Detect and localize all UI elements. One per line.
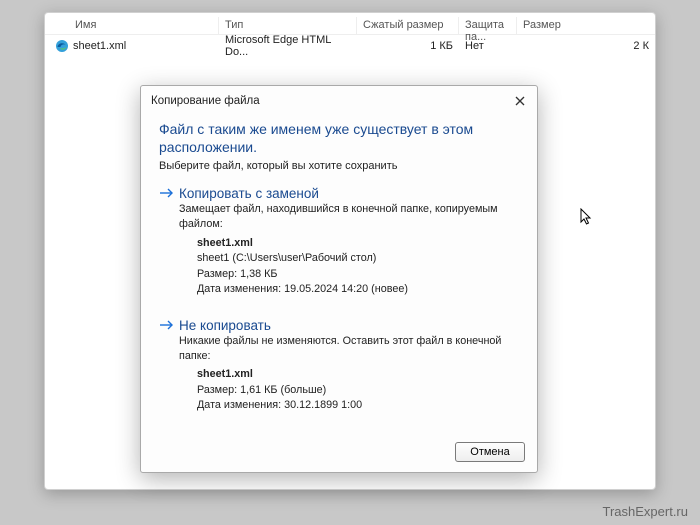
col-header-compressed[interactable]: Сжатый размер [357, 17, 459, 34]
col-header-size[interactable]: Размер [517, 17, 655, 34]
option1-file-detail: sheet1.xml sheet1 (C:\Users\user\Рабочий… [179, 236, 519, 299]
close-icon [515, 96, 525, 106]
option1-modified: Дата изменения: 19.05.2024 14:20 (новее) [197, 282, 519, 298]
col-header-protection[interactable]: Защита па... [459, 17, 517, 34]
dialog-instruction: Выберите файл, который вы хотите сохрани… [159, 160, 519, 172]
option-copy-replace[interactable]: Копировать с заменой Замещает файл, нахо… [159, 186, 519, 316]
option-dont-copy[interactable]: Не копировать Никакие файлы не изменяютс… [159, 318, 519, 432]
copy-file-dialog: Копирование файла Файл с таким же именем… [140, 85, 538, 473]
edge-file-icon [55, 39, 69, 53]
file-protection: Нет [459, 40, 517, 52]
file-size: 2 К [517, 40, 655, 52]
option2-filename: sheet1.xml [197, 367, 519, 383]
dialog-heading: Файл с таким же именем уже существует в … [159, 120, 519, 156]
col-header-name[interactable]: Имя [45, 17, 219, 34]
arrow-right-icon [159, 186, 175, 316]
watermark: TrashExpert.ru [603, 504, 689, 519]
file-compressed-size: 1 КБ [357, 40, 459, 52]
option1-size: Размер: 1,38 КБ [197, 267, 519, 283]
option1-filename: sheet1.xml [197, 236, 519, 252]
option2-file-detail: sheet1.xml Размер: 1,61 КБ (больше) Дата… [179, 367, 519, 414]
file-type: Microsoft Edge HTML Do... [219, 34, 357, 58]
file-row[interactable]: sheet1.xml Microsoft Edge HTML Do... 1 К… [45, 35, 655, 57]
option2-modified: Дата изменения: 30.12.1899 1:00 [197, 398, 519, 414]
dialog-titlebar: Копирование файла [141, 86, 537, 116]
option1-title: Копировать с заменой [179, 186, 519, 201]
close-button[interactable] [511, 92, 529, 110]
arrow-right-icon [159, 318, 175, 432]
dialog-title: Копирование файла [151, 95, 260, 107]
option1-desc: Замещает файл, находившийся в конечной п… [179, 202, 519, 231]
column-headers: Имя Тип Сжатый размер Защита па... Разме… [45, 13, 655, 35]
option1-path: sheet1 (C:\Users\user\Рабочий стол) [197, 251, 519, 267]
option2-size: Размер: 1,61 КБ (больше) [197, 383, 519, 399]
file-name: sheet1.xml [73, 40, 126, 52]
option2-title: Не копировать [179, 318, 519, 333]
cancel-button[interactable]: Отмена [455, 442, 525, 462]
option2-desc: Никакие файлы не изменяются. Оставить эт… [179, 334, 519, 363]
col-header-type[interactable]: Тип [219, 17, 357, 34]
